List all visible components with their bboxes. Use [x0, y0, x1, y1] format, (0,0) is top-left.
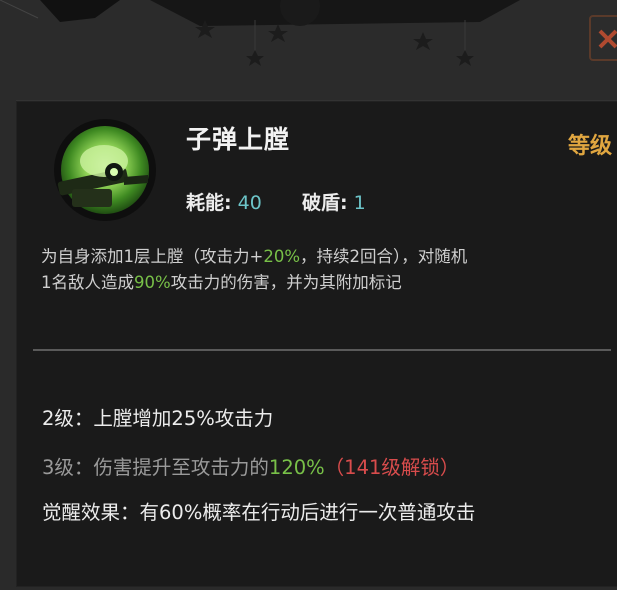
close-button[interactable] [589, 15, 617, 61]
skill-name: 子弹上膛 [186, 125, 291, 154]
energy-cost-stat: 耗能: 40 [186, 188, 262, 215]
level-3-lock-note: （141级解锁） [324, 456, 460, 479]
skill-description: 为自身添加1层上膛（攻击力+20%，持续2回合），对随机 1名敌人造成90%攻击… [41, 247, 468, 292]
skill-detail-screen: 子弹上膛 等级 耗能: 40 破盾: 1 为自身添加1层上膛（攻击力+20%，持… [0, 0, 617, 590]
close-icon [598, 29, 617, 49]
upgrade-level-3: 3级：伤害提升至攻击力的120%（141级解锁） [42, 456, 460, 479]
header-banner [0, 0, 617, 100]
shield-break-stat: 破盾: 1 [302, 188, 366, 215]
energy-cost-value: 40 [237, 192, 262, 214]
damage-percent-value: 90% [134, 273, 171, 292]
level-3-damage-value: 120% [268, 456, 325, 479]
skill-icon [54, 119, 156, 221]
level-label: 等级 [568, 134, 613, 159]
energy-cost-label: 耗能: [186, 192, 232, 214]
shield-break-label: 破盾: [302, 192, 348, 214]
upgrade-level-2: 2级：上膛增加25%攻击力 [42, 407, 274, 430]
awaken-effect: 觉醒效果：有60%概率在行动后进行一次普通攻击 [42, 501, 476, 524]
shield-break-value: 1 [353, 192, 366, 214]
section-divider [33, 349, 611, 351]
attack-bonus-value: 20% [263, 247, 301, 266]
